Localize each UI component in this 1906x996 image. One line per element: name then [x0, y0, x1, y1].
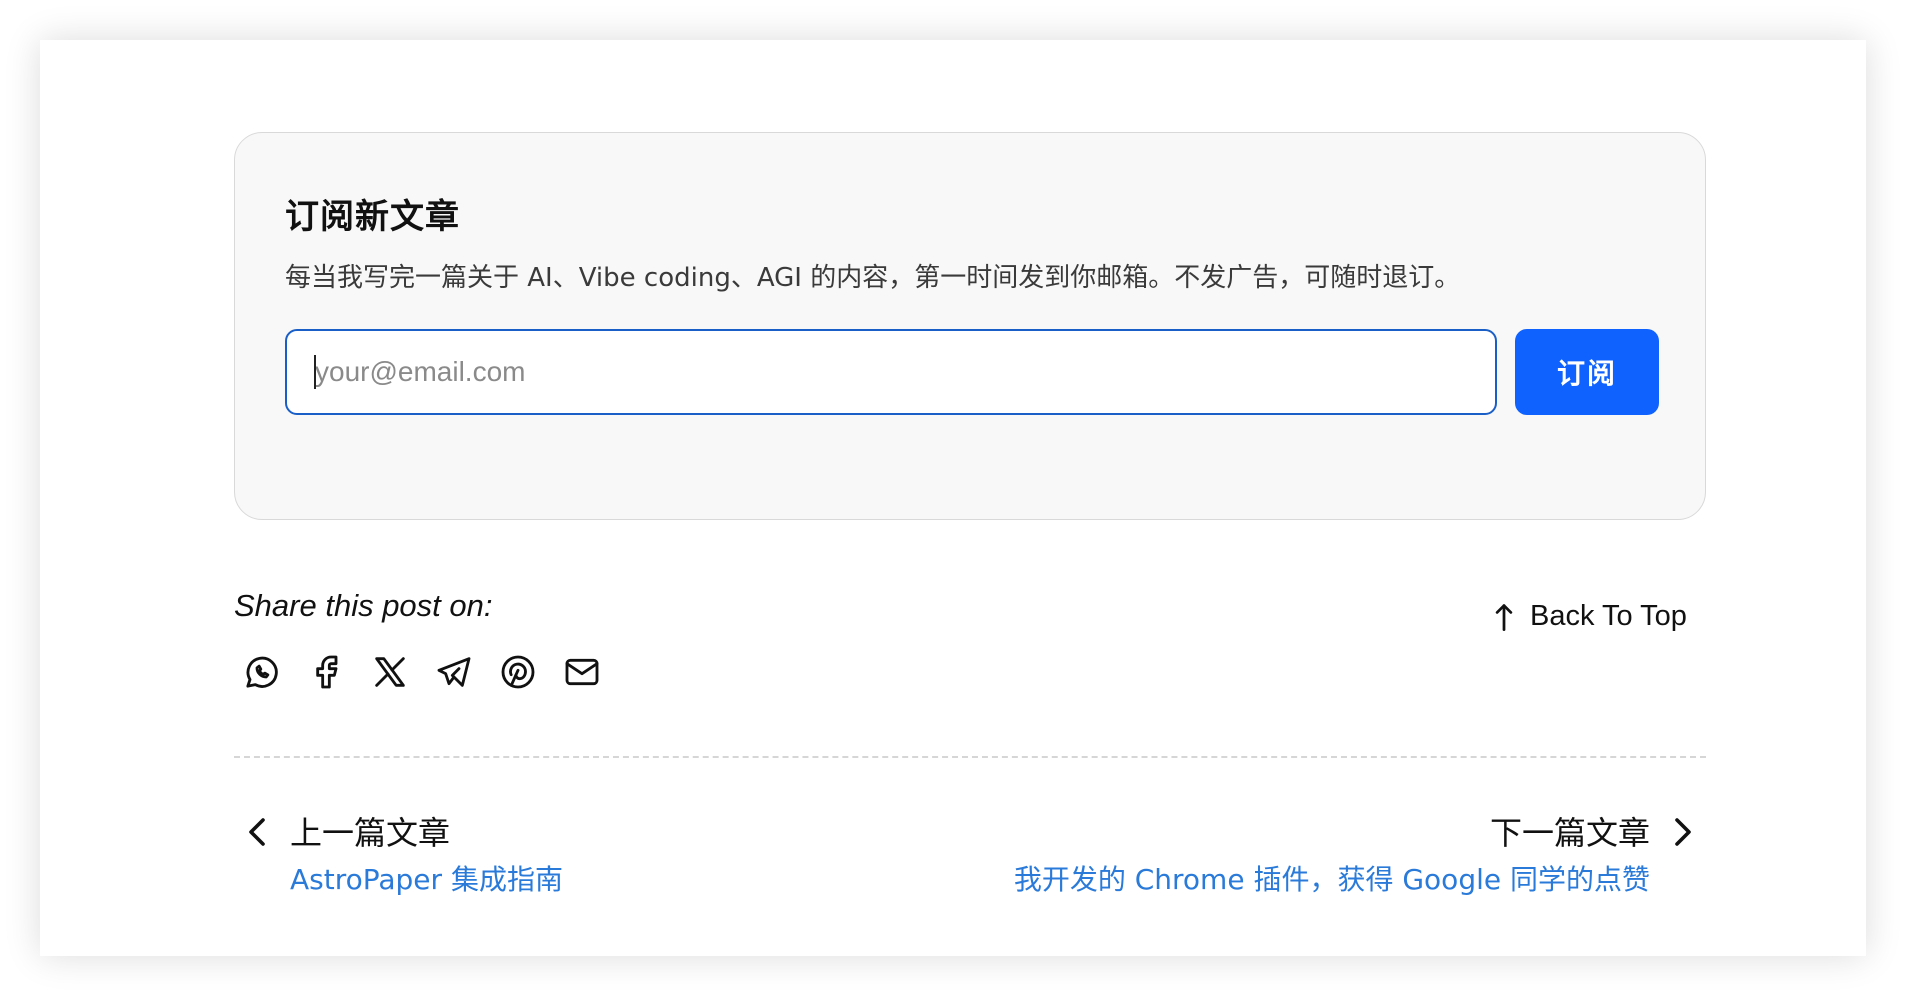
mail-icon[interactable]: [562, 652, 602, 692]
back-to-top-link[interactable]: Back To Top: [1490, 600, 1687, 633]
x-icon[interactable]: [370, 652, 410, 692]
pinterest-icon[interactable]: [498, 652, 538, 692]
telegram-icon[interactable]: [434, 652, 474, 692]
text-caret: [314, 355, 316, 389]
page-background: 订阅新文章 每当我写完一篇关于 AI、Vibe coding、AGI 的内容，第…: [0, 0, 1906, 996]
whatsapp-icon[interactable]: [242, 652, 282, 692]
next-post-title[interactable]: 我开发的 Chrome 插件，获得 Google 同学的点赞: [1014, 858, 1650, 898]
chevron-right-icon: [1675, 818, 1691, 846]
arrow-up-icon: [1495, 603, 1513, 631]
share-icon-list: [242, 652, 602, 692]
subscribe-box: 订阅新文章 每当我写完一篇关于 AI、Vibe coding、AGI 的内容，第…: [234, 132, 1706, 520]
divider: [234, 756, 1706, 758]
next-post-label: 下一篇文章: [1489, 814, 1650, 852]
back-to-top-label: Back To Top: [1530, 600, 1687, 632]
prev-post-title[interactable]: AstroPaper 集成指南: [290, 858, 563, 898]
subscribe-description: 每当我写完一篇关于 AI、Vibe coding、AGI 的内容，第一时间发到你…: [285, 263, 1461, 293]
email-input[interactable]: [285, 329, 1497, 415]
facebook-icon[interactable]: [306, 652, 346, 692]
next-post-link[interactable]: 下一篇文章 我开发的 Chrome 插件，获得 Google 同学的点赞: [896, 808, 1696, 908]
chevron-left-icon: [249, 818, 265, 846]
prev-post-label: 上一篇文章: [290, 814, 451, 852]
subscribe-title: 订阅新文章: [285, 197, 460, 237]
share-label: Share this post on:: [234, 588, 493, 623]
subscribe-button[interactable]: 订阅: [1515, 329, 1659, 415]
